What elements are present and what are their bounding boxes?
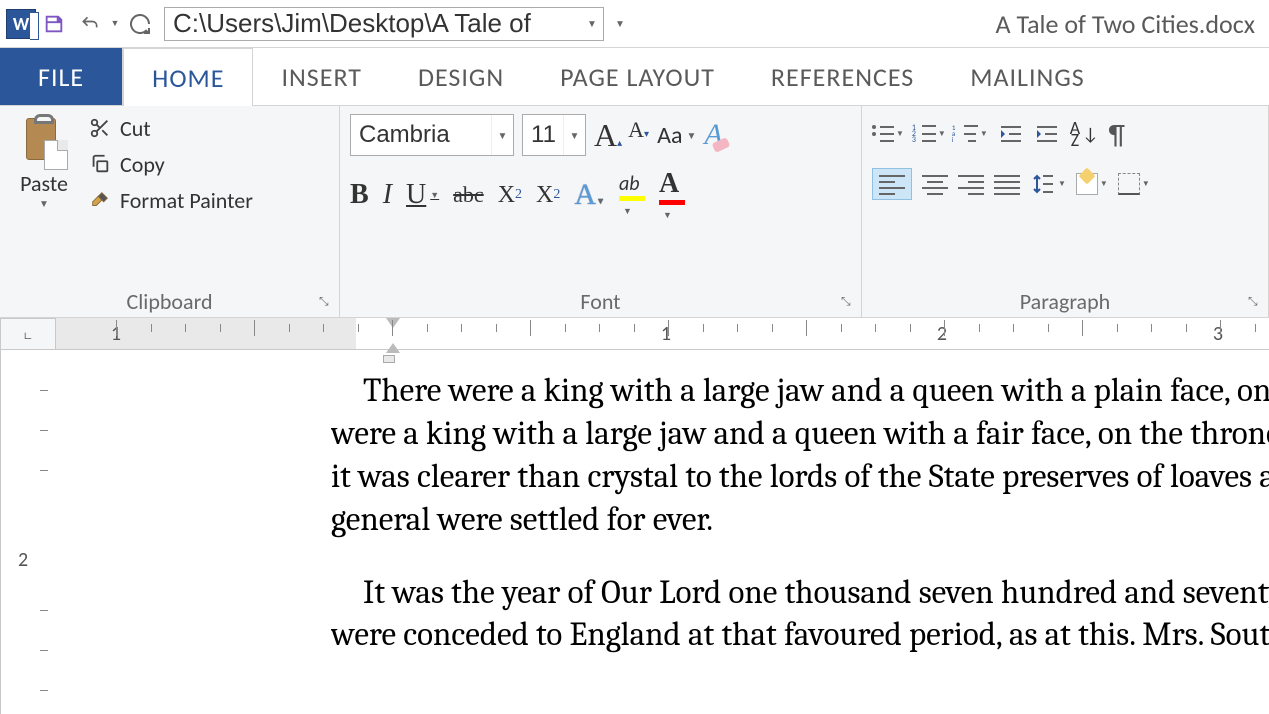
redo-button[interactable] [122, 6, 158, 42]
font-color-button[interactable]: A▼ [659, 168, 685, 222]
format-painter-button[interactable]: Format Painter [86, 186, 253, 214]
paragraph-launcher[interactable]: ⤡ [1248, 295, 1264, 311]
ribbon: Paste ▼ Cut Copy [0, 106, 1269, 318]
italic-button[interactable]: I [383, 179, 392, 211]
change-case-button[interactable]: Aa▼ [657, 121, 696, 150]
qat-customize-dropdown[interactable]: ▼ [610, 17, 630, 30]
font-launcher[interactable]: ⤡ [841, 295, 857, 311]
shading-button[interactable]: ▼ [1076, 173, 1108, 195]
cut-label: Cut [120, 115, 151, 142]
font-size-combo[interactable]: ▼ [522, 114, 586, 156]
clipboard-launcher[interactable]: ⤡ [319, 295, 335, 311]
group-label-font: Font [350, 282, 851, 315]
text-effects-button[interactable]: A▼ [574, 178, 605, 212]
first-line-indent-marker[interactable] [386, 318, 400, 328]
group-clipboard: Paste ▼ Cut Copy [0, 106, 340, 317]
file-path-input[interactable]: ▼ [164, 7, 604, 41]
sort-arrow-icon: ↓ [1082, 128, 1098, 140]
tab-page-layout[interactable]: PAGE LAYOUT [532, 48, 743, 105]
document-area: 2 There were a king with a large jaw and… [0, 350, 1269, 714]
copy-label: Copy [120, 151, 165, 178]
save-button[interactable] [36, 6, 72, 42]
body-text[interactable]: were conceded to England at that favoure… [331, 614, 1269, 657]
brush-icon [86, 186, 114, 214]
font-name-dropdown[interactable]: ▼ [491, 115, 513, 155]
tab-home[interactable]: HOME [123, 48, 253, 106]
underline-button[interactable]: U▼ [406, 179, 439, 211]
numbering-button[interactable]: 123▼ [914, 125, 946, 143]
word-app-icon: W [6, 9, 36, 39]
font-name-combo[interactable]: ▼ [350, 114, 514, 156]
line-spacing-button[interactable]: ▼ [1030, 172, 1066, 196]
align-left-button[interactable] [872, 168, 912, 200]
align-right-button[interactable] [958, 175, 984, 193]
format-painter-label: Format Painter [120, 187, 253, 214]
horizontal-ruler[interactable]: ∟ 1 1 2 3 [0, 318, 1269, 350]
bullets-button[interactable]: ▼ [872, 125, 904, 143]
scissors-icon [86, 114, 114, 142]
group-paragraph: ▼ 123▼ 1ai▼ AZ ↓ ¶ [862, 106, 1269, 317]
borders-button[interactable]: ▼ [1118, 173, 1150, 195]
shrink-font-button[interactable]: A▾ [628, 117, 649, 154]
undo-dropdown[interactable]: ▼ [108, 6, 122, 42]
file-path-dropdown[interactable]: ▼ [581, 17, 603, 30]
subscript-button[interactable]: X2 [498, 182, 522, 209]
bold-button[interactable]: B [350, 179, 369, 211]
hanging-indent-marker[interactable] [386, 343, 400, 353]
tab-design[interactable]: DESIGN [390, 48, 532, 105]
show-marks-button[interactable]: ¶ [1108, 117, 1124, 152]
align-center-button[interactable] [922, 175, 948, 193]
ruler-num: 3 [1213, 322, 1223, 346]
body-text[interactable]: It was the year of Our Lord one thousand… [331, 572, 1269, 615]
body-text[interactable]: There were a king with a large jaw and a… [331, 370, 1269, 413]
vertical-ruler[interactable]: 2 [0, 350, 1, 714]
group-label-clipboard: Clipboard [10, 282, 329, 315]
align-justify-button[interactable] [994, 175, 1020, 193]
highlight-button[interactable]: ab▼ [619, 172, 645, 218]
ruler-num: 1 [661, 322, 671, 346]
clear-formatting-button[interactable]: A [704, 118, 722, 152]
paste-dropdown[interactable]: ▼ [39, 197, 49, 210]
tab-file[interactable]: FILE [0, 48, 123, 105]
undo-button[interactable] [72, 6, 108, 42]
body-text[interactable]: general were settled for ever. [331, 499, 1269, 542]
strikethrough-button[interactable]: abc [453, 182, 484, 208]
file-path-field[interactable] [165, 8, 581, 40]
multilevel-list-button[interactable]: 1ai▼ [956, 125, 988, 143]
body-text[interactable]: were a king with a large jaw and a queen… [331, 413, 1269, 456]
copy-icon [86, 150, 114, 178]
copy-button[interactable]: Copy [86, 150, 253, 178]
body-text[interactable]: it was clearer than crystal to the lords… [331, 456, 1269, 499]
paste-icon[interactable] [20, 114, 68, 170]
tab-references[interactable]: REFERENCES [743, 48, 942, 105]
titlebar: W ▼ ▼ ▼ A Tale of Two Cities.docx [0, 0, 1269, 48]
ribbon-tabs: FILE HOME INSERT DESIGN PAGE LAYOUT REFE… [0, 48, 1269, 106]
font-size-dropdown[interactable]: ▼ [563, 115, 585, 155]
group-font: ▼ ▼ A▴ A▾ Aa▼ A B I U▼ abc X2 X2 A▼ ab▼ … [340, 106, 862, 317]
ruler-num: 2 [937, 322, 947, 346]
paste-button[interactable]: Paste [20, 170, 68, 197]
document-body[interactable]: There were a king with a large jaw and a… [1, 350, 1269, 714]
document-title: A Tale of Two Cities.docx [996, 8, 1255, 40]
tab-insert[interactable]: INSERT [253, 48, 390, 105]
left-indent-marker[interactable] [383, 355, 395, 363]
group-label-paragraph: Paragraph [872, 282, 1258, 315]
superscript-button[interactable]: X2 [536, 182, 560, 209]
sort-button[interactable]: AZ [1070, 122, 1080, 146]
font-name-field[interactable] [351, 115, 491, 155]
font-size-field[interactable] [523, 115, 563, 155]
cut-button[interactable]: Cut [86, 114, 253, 142]
grow-font-button[interactable]: A▴ [594, 117, 622, 154]
tab-selector[interactable]: ∟ [0, 318, 56, 350]
vruler-num: 2 [18, 548, 28, 572]
tab-mailings[interactable]: MAILINGS [942, 48, 1112, 105]
decrease-indent-button[interactable] [998, 124, 1024, 144]
increase-indent-button[interactable] [1034, 124, 1060, 144]
